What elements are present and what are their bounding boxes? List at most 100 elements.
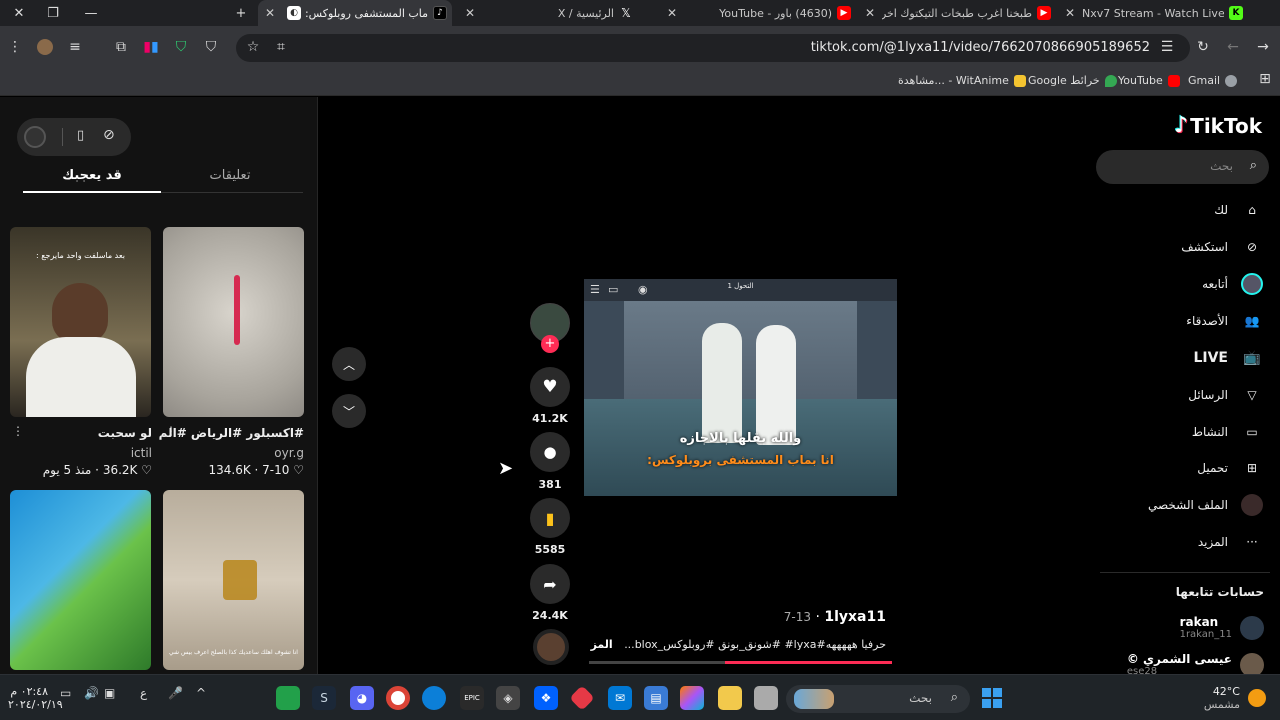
discord-icon[interactable]: ◕ xyxy=(350,686,374,710)
new-tab-icon[interactable]: + xyxy=(222,0,260,26)
bookmark-witanime[interactable]: مشاهدة... - WitAnime xyxy=(898,74,1026,87)
close-tab-icon[interactable]: ✕ xyxy=(664,6,680,20)
taskbar-search[interactable]: بحث ⌕ xyxy=(786,685,970,713)
tiktok-logo[interactable]: ♪ TikTok xyxy=(1174,113,1262,138)
nav-messages[interactable]: ▽ الرسائل xyxy=(1188,383,1264,407)
tab-you-may-like[interactable]: قد يعجبك xyxy=(23,168,161,183)
extensions-icon[interactable]: ⧉ xyxy=(108,34,134,60)
dropbox-icon[interactable]: ❖ xyxy=(534,686,558,710)
tab-youtube-cooking[interactable]: ✕ طبخنا اغرب طبخات التيكتوك اخر ▶ xyxy=(858,0,1056,26)
video-thumbnail[interactable]: بعد ماسلفت واحد مايرجع : xyxy=(10,227,151,417)
nav-following[interactable]: أتابعه xyxy=(1202,272,1264,296)
clock[interactable]: ٠٢:٤٨ م ٢٠٢٤/٠٢/١٩ xyxy=(8,685,63,711)
file-explorer-icon[interactable] xyxy=(718,686,742,710)
close-tab-icon[interactable]: ✕ xyxy=(1062,6,1078,20)
video-title[interactable]: لو سحبت xyxy=(98,426,152,440)
bookmark-youtube[interactable]: YouTube xyxy=(1118,74,1180,87)
more-options-icon[interactable]: ⋮ xyxy=(12,424,24,438)
like-button[interactable]: ♥ xyxy=(530,367,570,407)
video-player[interactable]: ☰ ▭ ◉ التحول 1 والله بقلها بالاجازه انا … xyxy=(584,279,897,496)
chrome-icon[interactable] xyxy=(386,686,410,710)
bookmark-gmail[interactable]: Gmail xyxy=(1188,74,1238,87)
following-account[interactable]: rakan 1rakan_11 xyxy=(1180,615,1264,640)
nav-for-you[interactable]: ⌂ لك xyxy=(1214,198,1264,222)
share-icon: ➦ xyxy=(543,574,557,594)
reading-list-icon[interactable]: ≡ xyxy=(62,34,88,60)
language-indicator[interactable]: ع xyxy=(140,686,147,700)
tray-overflow-icon[interactable]: ^ xyxy=(196,686,206,700)
divider xyxy=(62,128,63,146)
epic-games-icon[interactable]: EPIC xyxy=(460,686,484,710)
extension-icon[interactable]: ▮ ▮ xyxy=(138,34,164,60)
video-username[interactable]: ictil xyxy=(131,446,152,460)
heart-small-icon: ♡ xyxy=(293,463,304,477)
app-icon[interactable] xyxy=(754,686,778,710)
nav-activity[interactable]: ▭ النشاط xyxy=(1192,420,1264,444)
apps-grid-icon[interactable]: ⊞ xyxy=(1252,66,1278,92)
microphone-icon[interactable]: 🎤 xyxy=(168,686,183,700)
close-tab-icon[interactable]: ✕ xyxy=(862,6,878,20)
comment-button[interactable]: ● xyxy=(530,432,570,472)
app-icon[interactable]: ◈ xyxy=(496,686,520,710)
profile-avatar[interactable] xyxy=(32,34,58,60)
search-input[interactable]: ⌕ بحث xyxy=(1096,150,1269,184)
chrome-menu-icon[interactable]: ⋮ xyxy=(2,34,28,60)
mail-icon[interactable]: ✉ xyxy=(608,686,632,710)
forward-icon[interactable]: ← xyxy=(1220,34,1246,60)
network-icon[interactable]: ▣ xyxy=(104,686,115,700)
battery-icon[interactable]: ▭ xyxy=(60,686,71,700)
nav-friends[interactable]: 👥 الأصدقاء xyxy=(1186,309,1264,333)
url-text[interactable]: tiktok.com/@1lyxa11/video/76620708669051… xyxy=(811,40,1150,55)
close-tab-icon[interactable]: ✕ xyxy=(462,6,478,20)
volume-icon[interactable]: 🔊 xyxy=(84,686,99,700)
tab-youtube-power[interactable]: ✕ (4630) باور - YouTube ▶ xyxy=(660,0,856,26)
music-disc-icon[interactable] xyxy=(533,629,569,665)
copilot-icon[interactable] xyxy=(680,686,704,710)
tab-comments[interactable]: تعليقات xyxy=(161,168,299,183)
nav-live[interactable]: 📺 LIVE xyxy=(1193,346,1264,370)
bookmark-star-icon[interactable]: ☆ xyxy=(240,34,266,60)
next-video-button[interactable]: ﹀ xyxy=(332,394,366,428)
minimize-window-icon[interactable]: — xyxy=(72,0,110,26)
tab-kick[interactable]: ✕ Nxv7 Stream - Watch Live on Kick K xyxy=(1058,0,1248,26)
more-link[interactable]: المزيد xyxy=(590,638,613,651)
save-button[interactable]: ▮ xyxy=(530,498,570,538)
nav-explore[interactable]: ⊘ استكشف xyxy=(1181,235,1264,259)
nav-more[interactable]: ··· المزيد xyxy=(1198,530,1264,554)
video-username[interactable]: oyr.g xyxy=(274,446,304,460)
video-title[interactable]: #اكسبلور #الرياض #الم xyxy=(159,426,304,440)
close-tab-icon[interactable]: ✕ xyxy=(262,6,278,20)
steam-icon[interactable]: S xyxy=(312,686,336,710)
tab-tiktok[interactable]: ✕ ◐ ماب المستشفى روبلوكس: وا ♪ xyxy=(258,0,452,26)
shield-green-icon[interactable]: ⛉ xyxy=(168,34,194,60)
share-button[interactable]: ➦ xyxy=(530,564,570,604)
store-icon[interactable]: ▤ xyxy=(644,686,668,710)
follow-plus-button[interactable]: + xyxy=(541,335,559,353)
nav-upload[interactable]: ⊞ تحميل xyxy=(1197,456,1264,480)
compass-small-icon[interactable]: ⊘ xyxy=(103,127,115,143)
site-settings-icon[interactable]: ☰ xyxy=(1154,34,1180,60)
app-icon[interactable] xyxy=(276,686,300,710)
weather-widget[interactable]: 42°C مشمس xyxy=(1200,685,1240,711)
edge-icon[interactable] xyxy=(422,686,446,710)
mobile-icon[interactable]: ▯ xyxy=(77,128,84,143)
avatar[interactable] xyxy=(24,126,46,148)
video-thumbnail[interactable] xyxy=(163,227,304,417)
bookmark-maps[interactable]: Google خرائط xyxy=(1028,74,1117,87)
video-thumbnail[interactable]: انا تشوف اهلك ساعديك كذا بالصلح اعرف بيس… xyxy=(163,490,304,670)
chevron-down-icon: ﹀ xyxy=(342,404,355,419)
back-icon[interactable]: → xyxy=(1250,34,1276,60)
video-author[interactable]: 7-13 · 1lyxa11 xyxy=(784,609,886,625)
start-button[interactable] xyxy=(982,688,1002,708)
video-progress-bar[interactable] xyxy=(589,661,892,664)
nav-profile[interactable]: الملف الشخصي xyxy=(1148,493,1264,517)
restore-window-icon[interactable]: ❐ xyxy=(34,0,72,26)
shield-icon[interactable]: ⛉ xyxy=(198,34,224,60)
translate-icon[interactable]: ⌗ xyxy=(268,34,294,60)
tab-x-home[interactable]: ✕ الرئيسية / X 𝕏 xyxy=(458,0,638,26)
previous-video-button[interactable]: ︿ xyxy=(332,347,366,381)
video-thumbnail[interactable] xyxy=(10,490,151,670)
close-window-icon[interactable]: ✕ xyxy=(0,0,38,26)
save-count: 5585 xyxy=(534,543,566,556)
reload-icon[interactable]: ↻ xyxy=(1190,34,1216,60)
